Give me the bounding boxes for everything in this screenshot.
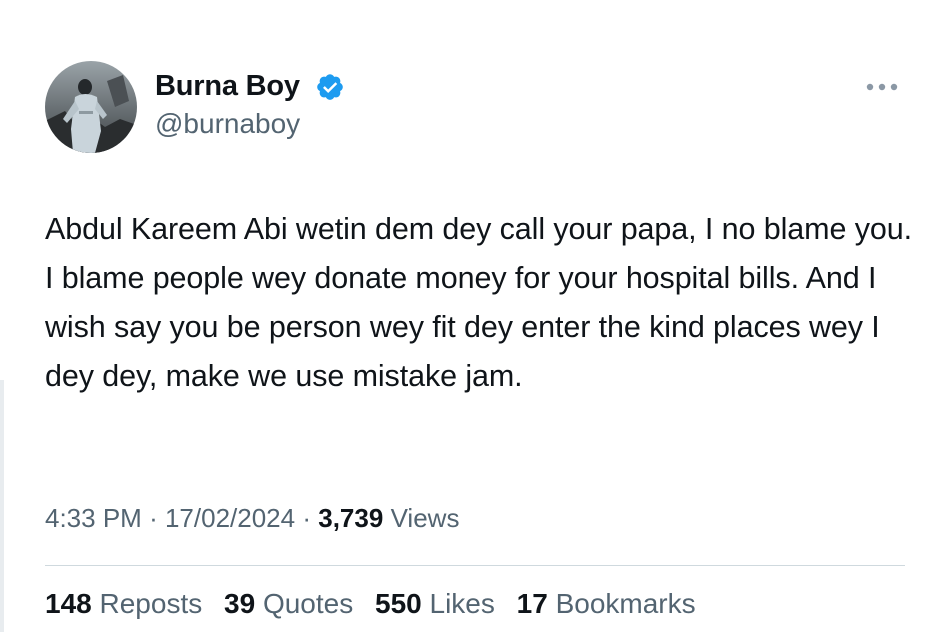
- verified-badge-icon: [317, 74, 343, 100]
- stat-reposts[interactable]: 148 Reposts: [45, 588, 202, 620]
- stat-count: 17: [516, 588, 548, 619]
- stat-count: 148: [45, 588, 92, 619]
- stat-label: Reposts: [99, 588, 203, 619]
- author-handle[interactable]: @burnaboy: [155, 108, 300, 140]
- stat-bookmarks[interactable]: 17 Bookmarks: [517, 588, 696, 620]
- tweet-date[interactable]: 17/02/2024: [165, 503, 295, 533]
- stat-label: Bookmarks: [555, 588, 696, 619]
- stat-likes[interactable]: 550 Likes: [375, 588, 495, 620]
- left-edge-strip: [0, 380, 4, 632]
- views-count: 3,739: [318, 503, 384, 533]
- divider: [45, 565, 905, 566]
- meta-separator: ·: [149, 503, 158, 533]
- tweet-card: Burna Boy @burnaboy Abdul Kareem Abi wet…: [0, 0, 947, 632]
- stat-label: Likes: [429, 588, 495, 619]
- stat-count: 39: [224, 588, 256, 619]
- tweet-time[interactable]: 4:33 PM: [45, 503, 142, 533]
- stat-count: 550: [375, 588, 422, 619]
- author-name[interactable]: Burna Boy: [155, 70, 300, 103]
- stat-quotes[interactable]: 39 Quotes: [224, 588, 353, 620]
- more-options-icon[interactable]: [863, 80, 901, 94]
- views-label: Views: [390, 503, 460, 533]
- stat-label: Quotes: [262, 588, 354, 619]
- avatar[interactable]: [45, 61, 137, 153]
- engagement-stats: 148 Reposts 39 Quotes 550 Likes 17 Bookm…: [45, 588, 710, 620]
- tweet-meta: 4:33 PM · 17/02/2024 · 3,739 Views: [45, 503, 459, 534]
- meta-separator: ·: [302, 503, 312, 533]
- tweet-text: Abdul Kareem Abi wetin dem dey call your…: [45, 212, 912, 393]
